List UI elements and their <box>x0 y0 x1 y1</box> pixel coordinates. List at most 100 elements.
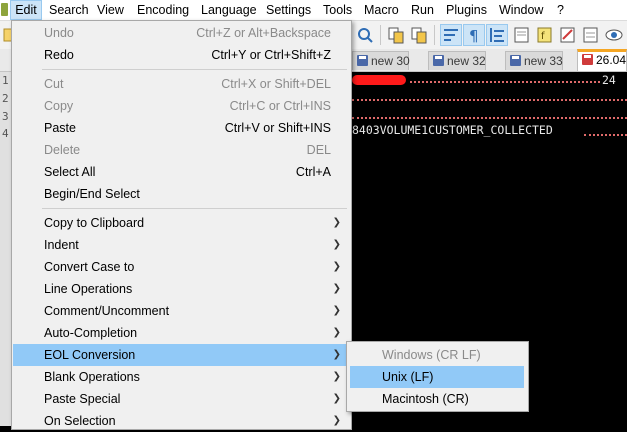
submenu-macintosh-cr[interactable]: Macintosh (CR) <box>350 388 524 410</box>
submenu-arrow-icon: ❯ <box>332 393 341 404</box>
menu-macro[interactable]: Macro <box>364 0 399 20</box>
red-highlight-marker <box>352 75 406 85</box>
menu-item-shortcut: Ctrl+Z or Alt+Backspace <box>196 26 331 40</box>
submenu-arrow-icon: ❯ <box>332 217 341 228</box>
line4-text: 8403VOLUME1CUSTOMER_COLLECTED <box>352 123 553 137</box>
submenu-unix-lf[interactable]: Unix (LF) <box>350 366 524 388</box>
floppy-icon <box>433 55 444 66</box>
tab-active-file[interactable]: 26.04. <box>577 49 627 71</box>
menu-delete[interactable]: Delete DEL <box>13 139 350 161</box>
menu-item-label: Copy to Clipboard <box>44 216 145 230</box>
menu-on-selection[interactable]: On Selection ❯ <box>13 410 350 432</box>
submenu-arrow-icon: ❯ <box>332 261 341 272</box>
word-wrap-icon[interactable] <box>440 24 462 46</box>
tab-new-33[interactable]: new 33 <box>505 51 563 70</box>
submenu-arrow-icon: ❯ <box>332 327 341 338</box>
submenu-windows-crlf[interactable]: Windows (CR LF) <box>350 344 524 366</box>
floppy-modified-icon <box>582 54 593 65</box>
menu-line-operations[interactable]: Line Operations ❯ <box>13 278 350 300</box>
menu-item-shortcut: Ctrl+Y or Ctrl+Shift+Z <box>211 48 331 62</box>
line1-text-tail: 24 <box>602 73 616 87</box>
floppy-icon <box>510 55 521 66</box>
tab-new-32[interactable]: new 32 <box>428 51 486 70</box>
svg-text:¶: ¶ <box>469 27 479 45</box>
menu-item-label: Line Operations <box>44 282 133 296</box>
floppy-icon <box>357 55 368 66</box>
menu-item-label: Undo <box>44 26 74 40</box>
menu-item-shortcut: Ctrl+X or Shift+DEL <box>221 77 331 91</box>
menu-item-label: Indent <box>44 238 79 252</box>
sync-horizontal-icon[interactable] <box>408 24 430 46</box>
menu-paste-special[interactable]: Paste Special ❯ <box>13 388 350 410</box>
menu-item-label: Convert Case to <box>44 260 135 274</box>
submenu-arrow-icon: ❯ <box>332 371 341 382</box>
menu-view[interactable]: View <box>97 0 124 20</box>
menu-redo[interactable]: Redo Ctrl+Y or Ctrl+Shift+Z <box>13 44 350 66</box>
menu-eol-conversion[interactable]: EOL Conversion ❯ <box>13 344 350 366</box>
menu-item-shortcut: DEL <box>306 143 331 157</box>
menu-run[interactable]: Run <box>411 0 434 20</box>
menu-undo[interactable]: Undo Ctrl+Z or Alt+Backspace <box>13 22 350 44</box>
menu-item-label: Copy <box>44 99 74 113</box>
menu-select-all[interactable]: Select All Ctrl+A <box>13 161 350 183</box>
menu-indent[interactable]: Indent ❯ <box>13 234 350 256</box>
menu-item-label: Windows (CR LF) <box>382 348 481 362</box>
menu-item-label: Comment/Uncomment <box>44 304 170 318</box>
menu-edit[interactable]: Edit <box>10 0 42 20</box>
submenu-arrow-icon: ❯ <box>332 283 341 294</box>
tab-label: 26.04. <box>596 53 627 67</box>
menu-search[interactable]: Search <box>49 0 89 20</box>
menu-item-label: Paste <box>44 121 76 135</box>
menu-item-label: Macintosh (CR) <box>382 392 469 406</box>
function-list-icon[interactable]: f <box>534 24 556 46</box>
menu-plugins[interactable]: Plugins <box>446 0 487 20</box>
sync-vertical-icon[interactable] <box>385 24 407 46</box>
menu-item-shortcut: Ctrl+A <box>295 165 331 179</box>
menu-blank-operations[interactable]: Blank Operations ❯ <box>13 366 350 388</box>
line-number: 1 <box>2 74 9 87</box>
tab-new-30[interactable]: new 30 <box>352 51 410 70</box>
submenu-arrow-icon: ❯ <box>332 239 341 250</box>
menu-item-label: Blank Operations <box>44 370 140 384</box>
menu-auto-completion[interactable]: Auto-Completion ❯ <box>13 322 350 344</box>
whitespace-dots <box>410 81 600 83</box>
menu-window[interactable]: Window <box>499 0 543 20</box>
show-all-characters-icon[interactable]: ¶ <box>463 24 485 46</box>
line-number: 3 <box>2 110 9 123</box>
menu-language[interactable]: Language <box>201 0 257 20</box>
submenu-arrow-icon: ❯ <box>332 349 341 360</box>
menu-item-label: Redo <box>44 48 74 62</box>
menu-settings[interactable]: Settings <box>266 0 311 20</box>
menu-help[interactable]: ? <box>557 0 564 20</box>
whitespace-dots <box>352 99 627 101</box>
zoom-icon[interactable] <box>354 24 376 46</box>
svg-text:f: f <box>541 31 545 42</box>
menu-item-label: Auto-Completion <box>44 326 138 340</box>
tab-label: new 30 <box>371 54 410 68</box>
monitoring-icon[interactable] <box>580 24 602 46</box>
eye-icon[interactable] <box>603 24 625 46</box>
menu-item-label: EOL Conversion <box>44 348 136 362</box>
menu-item-shortcut: Ctrl+C or Ctrl+INS <box>229 99 331 113</box>
menu-begin-end-select[interactable]: Begin/End Select <box>13 183 350 205</box>
whitespace-dots <box>584 134 627 136</box>
folder-workspace-icon[interactable] <box>557 24 579 46</box>
indent-guide-icon[interactable] <box>486 24 508 46</box>
document-map-icon[interactable] <box>511 24 533 46</box>
app-icon <box>1 3 8 16</box>
menu-copy-to-clipboard[interactable]: Copy to Clipboard ❯ <box>13 212 350 234</box>
menu-copy[interactable]: Copy Ctrl+C or Ctrl+INS <box>13 95 350 117</box>
menu-paste[interactable]: Paste Ctrl+V or Shift+INS <box>13 117 350 139</box>
menu-item-label: Cut <box>44 77 64 91</box>
menu-comment-uncomment[interactable]: Comment/Uncomment ❯ <box>13 300 350 322</box>
submenu-arrow-icon: ❯ <box>332 305 341 316</box>
toolbar-separator <box>434 25 435 45</box>
menu-encoding[interactable]: Encoding <box>137 0 189 20</box>
tab-label: new 32 <box>447 54 486 68</box>
menu-item-label: Select All <box>44 165 96 179</box>
menu-cut[interactable]: Cut Ctrl+X or Shift+DEL <box>13 73 350 95</box>
menu-item-label: Paste Special <box>44 392 121 406</box>
menu-tools[interactable]: Tools <box>323 0 352 20</box>
eol-conversion-submenu: Windows (CR LF) Unix (LF) Macintosh (CR) <box>346 341 529 412</box>
menu-convert-case[interactable]: Convert Case to ❯ <box>13 256 350 278</box>
